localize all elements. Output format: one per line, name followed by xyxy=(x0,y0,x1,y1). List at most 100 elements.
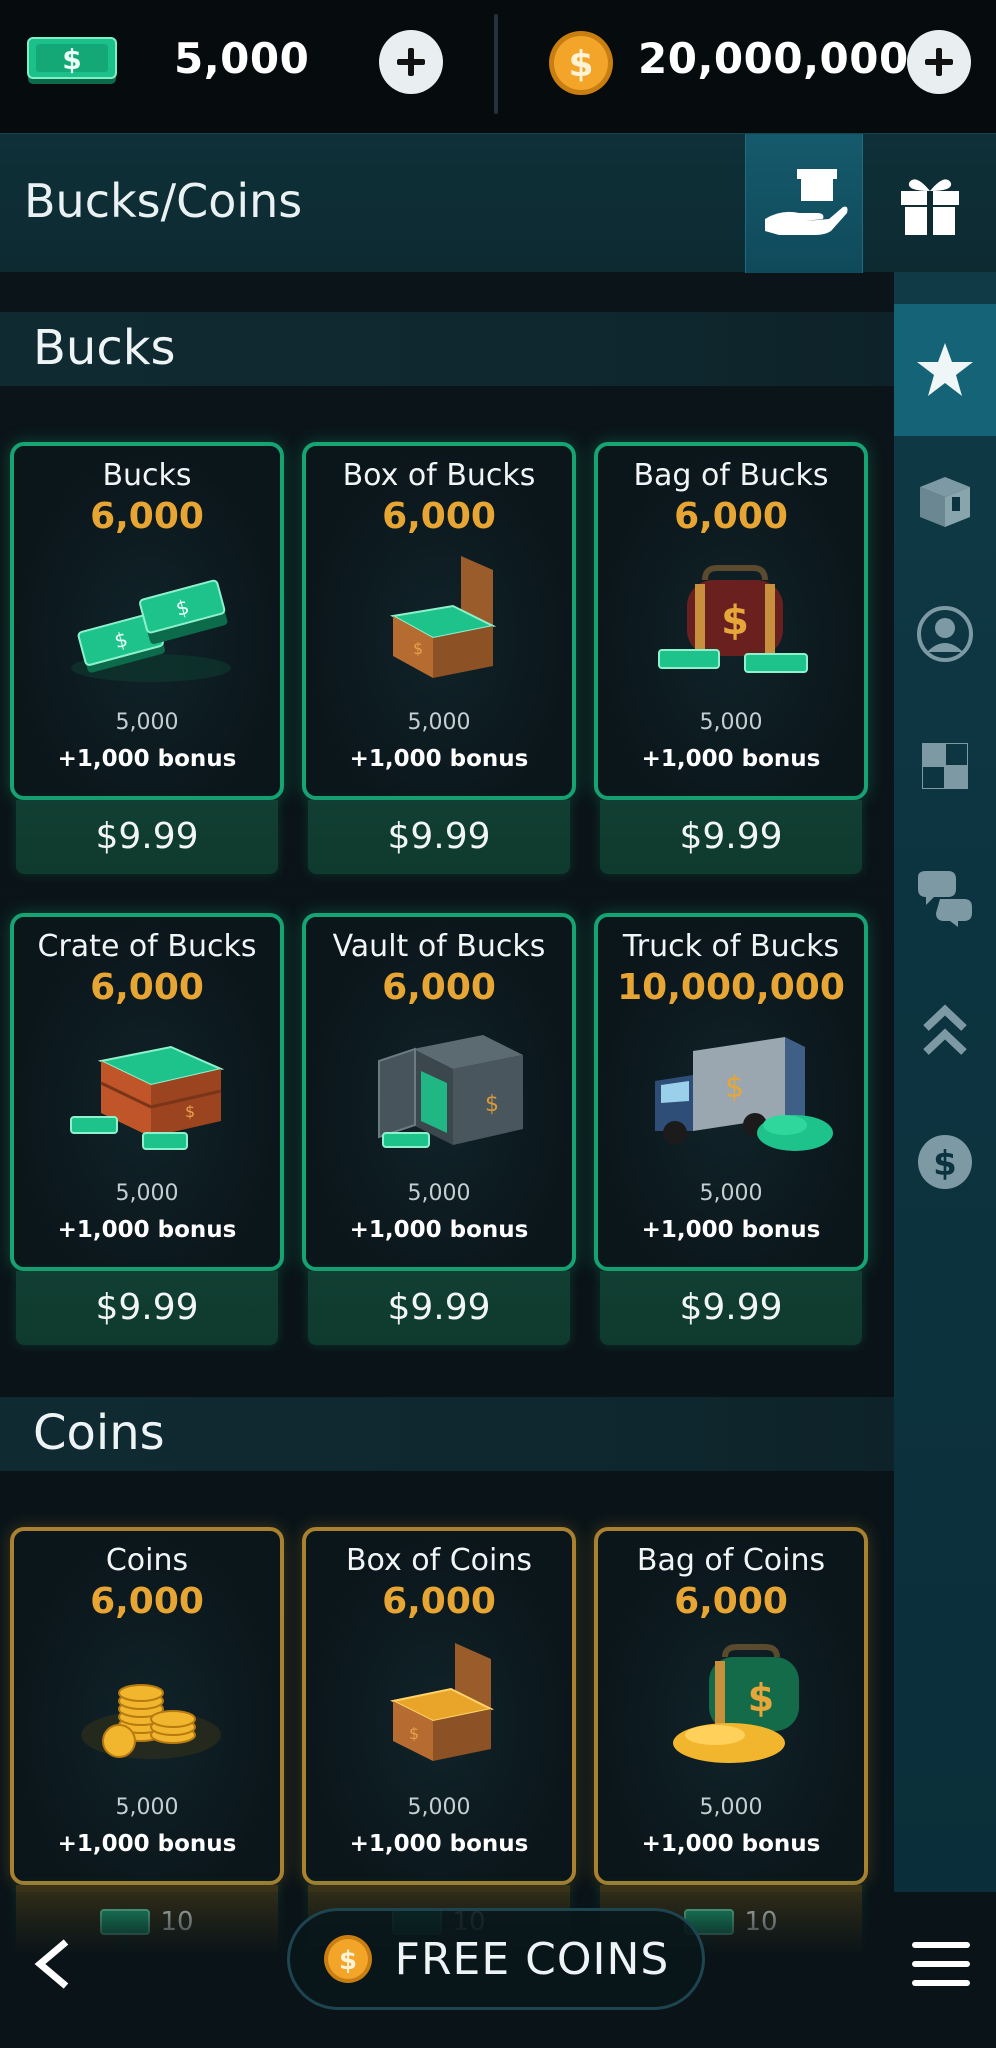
product-card-box-of-coins[interactable]: Box of Coins 6,000 $ 5,000 +1,000 bonus xyxy=(302,1527,576,1885)
price-button[interactable]: $9.99 xyxy=(308,800,570,874)
hand-box-icon xyxy=(765,168,848,235)
product-base: 5,000 xyxy=(407,1795,471,1820)
sidebar-item-chat[interactable] xyxy=(894,832,996,964)
product-name: Truck of Bucks xyxy=(622,929,840,964)
product-name: Box of Bucks xyxy=(342,458,536,493)
product-card-crate-of-bucks[interactable]: Crate of Bucks 6,000 $ 5,000 +1,000 bonu… xyxy=(10,913,284,1271)
product-bonus: +1,000 bonus xyxy=(641,1831,821,1857)
product-name: Coins xyxy=(105,1543,189,1578)
back-button[interactable] xyxy=(22,1932,82,1996)
product-bonus: +1,000 bonus xyxy=(349,1831,529,1857)
svg-text:$: $ xyxy=(485,1092,499,1117)
product-card-bucks[interactable]: Bucks 6,000 $ $ 5,000 +1,000 bonus xyxy=(10,442,284,800)
add-coins-button[interactable] xyxy=(907,30,971,94)
section-title: Coins xyxy=(33,1405,165,1461)
free-coins-button[interactable]: $ FREE COINS xyxy=(287,1908,705,2010)
product-amount: 6,000 xyxy=(90,1581,204,1622)
hamburger-menu-icon xyxy=(912,1942,970,1986)
price-button[interactable]: $9.99 xyxy=(16,800,278,874)
bag-of-coins-icon: $ xyxy=(673,1644,799,1763)
chat-bubbles-icon xyxy=(918,871,972,927)
coin-icon: $ xyxy=(323,1935,372,1983)
svg-text:$: $ xyxy=(933,1144,957,1184)
box-of-cash-icon: $ xyxy=(389,556,497,678)
gift-icon xyxy=(901,178,959,235)
store-screen: $ 5,000 $ 20,000,000 Bucks/Coins $ Bucks… xyxy=(0,0,996,2048)
bucks-bill-icon: $ xyxy=(26,36,118,86)
product-amount: 6,000 xyxy=(90,496,204,537)
product-card-coins[interactable]: Coins 6,000 5,000 +1,000 bonus xyxy=(10,1527,284,1885)
store-content: Bucks Bucks 6,000 $ $ 5,000 +1,000 bonus… xyxy=(0,272,894,2012)
product-name: Crate of Bucks xyxy=(37,929,257,964)
product-bonus: +1,000 bonus xyxy=(57,1831,237,1857)
product-amount: 6,000 xyxy=(674,1581,788,1622)
product-bonus: +1,000 bonus xyxy=(349,1217,529,1243)
product-name: Bucks xyxy=(102,458,192,493)
svg-text:$: $ xyxy=(413,639,423,658)
price-button[interactable]: $9.99 xyxy=(600,800,862,874)
product-amount: 6,000 xyxy=(382,1581,496,1622)
sidebar-item-items[interactable] xyxy=(894,436,996,568)
page-title: Bucks/Coins xyxy=(24,174,303,228)
product-amount: 6,000 xyxy=(90,967,204,1008)
add-bucks-button[interactable] xyxy=(379,30,443,94)
svg-text:$: $ xyxy=(62,43,81,76)
avatar-icon xyxy=(917,606,973,662)
sidebar-item-avatar[interactable] xyxy=(894,568,996,700)
armored-truck-icon: $ xyxy=(655,1037,833,1151)
sidebar-item-tiles[interactable] xyxy=(894,700,996,832)
box-of-coins-icon: $ xyxy=(389,1643,495,1761)
free-coins-label: FREE COINS xyxy=(394,1933,670,1985)
product-bonus: +1,000 bonus xyxy=(57,1217,237,1243)
sidebar-item-currency[interactable]: $ xyxy=(894,1096,996,1228)
product-bonus: +1,000 bonus xyxy=(57,746,237,772)
product-name: Bag of Coins xyxy=(636,1543,826,1578)
send-gift-tab[interactable] xyxy=(745,134,863,273)
product-amount: 6,000 xyxy=(382,967,496,1008)
product-amount: 6,000 xyxy=(382,496,496,537)
product-card-bag-of-coins[interactable]: Bag of Coins 6,000 $ 5,000 +1,000 bonus xyxy=(594,1527,868,1885)
divider xyxy=(494,14,498,114)
svg-text:$: $ xyxy=(409,1724,419,1743)
product-card-box-of-bucks[interactable]: Box of Bucks 6,000 $ 5,000 +1,000 bonus xyxy=(302,442,576,800)
svg-text:$: $ xyxy=(748,1676,774,1720)
product-base: 5,000 xyxy=(699,1181,763,1206)
product-card-vault-of-bucks[interactable]: Vault of Bucks 6,000 $ 5,000 +1,000 bonu… xyxy=(302,913,576,1271)
price-button[interactable]: $9.99 xyxy=(308,1271,570,1345)
gift-tab[interactable] xyxy=(864,134,996,273)
plus-icon xyxy=(397,48,425,76)
plus-icon xyxy=(925,48,953,76)
product-amount: 6,000 xyxy=(674,496,788,537)
product-base: 5,000 xyxy=(699,1795,763,1820)
bag-of-cash-icon: $ xyxy=(658,565,808,673)
product-card-bag-of-bucks[interactable]: Bag of Bucks 6,000 $ 5,000 +1,000 bonus xyxy=(594,442,868,800)
sidebar-item-featured[interactable] xyxy=(894,304,996,436)
price-button[interactable]: $9.99 xyxy=(600,1271,862,1345)
svg-text:$: $ xyxy=(568,44,593,85)
svg-text:$: $ xyxy=(725,1070,744,1105)
coin-icon: $ xyxy=(548,30,614,96)
star-icon xyxy=(917,343,973,396)
product-card-truck-of-bucks[interactable]: Truck of Bucks 10,000,000 $ 5,000 +1,000… xyxy=(594,913,868,1271)
product-name: Bag of Bucks xyxy=(633,458,829,493)
vault-icon: $ xyxy=(378,1035,523,1148)
coin-stack-icon xyxy=(81,1684,221,1759)
product-base: 5,000 xyxy=(407,1181,471,1206)
dollar-coin-icon: $ xyxy=(918,1135,972,1189)
sidebar-item-upgrades[interactable] xyxy=(894,964,996,1096)
product-name: Vault of Bucks xyxy=(332,929,546,964)
svg-text:$: $ xyxy=(339,1946,357,1976)
menu-button[interactable] xyxy=(908,1936,974,1992)
chevron-left-icon xyxy=(34,1939,69,1989)
product-bonus: +1,000 bonus xyxy=(641,1217,821,1243)
category-sidebar: $ xyxy=(894,272,996,1892)
box-icon xyxy=(920,477,970,527)
cash-stack-icon: $ $ xyxy=(71,579,231,682)
page-header: Bucks/Coins xyxy=(0,133,996,273)
section-title: Bucks xyxy=(33,320,176,376)
price-button[interactable]: $9.99 xyxy=(16,1271,278,1345)
product-amount: 10,000,000 xyxy=(617,967,845,1008)
product-bonus: +1,000 bonus xyxy=(349,746,529,772)
double-chevron-up-icon xyxy=(923,1004,967,1055)
product-base: 5,000 xyxy=(115,1795,179,1820)
